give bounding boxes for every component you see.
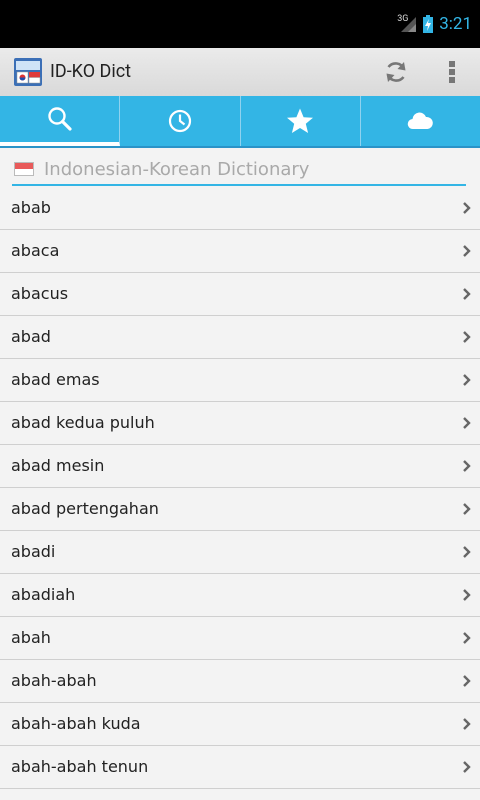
app-title: ID-KO Dict	[50, 61, 132, 82]
refresh-button[interactable]	[372, 48, 420, 96]
word-list: abab abaca abacus abad abad emas abad kedua p…	[0, 187, 480, 789]
list-item[interactable]: abad kedua puluh	[0, 402, 480, 445]
list-item-label: abah-abah	[11, 671, 97, 690]
action-bar: ID-KO Dict	[0, 48, 480, 96]
tab-history[interactable]	[120, 96, 241, 146]
list-item-label: abah	[11, 628, 51, 647]
cloud-icon	[408, 112, 434, 130]
status-icons: 3G 3:21	[397, 12, 472, 36]
list-item[interactable]: abacus	[0, 273, 480, 316]
chevron-right-icon	[463, 417, 471, 429]
list-item-label: abad emas	[11, 370, 100, 389]
list-item[interactable]: abad emas	[0, 359, 480, 402]
search-field[interactable]	[12, 154, 466, 186]
chevron-right-icon	[463, 288, 471, 300]
status-clock: 3:21	[439, 14, 472, 34]
chevron-right-icon	[463, 546, 471, 558]
list-item-label: abadi	[11, 542, 56, 561]
dictionary-flags-icon	[14, 58, 42, 86]
list-item-label: abad mesin	[11, 456, 105, 475]
tab-favorites[interactable]	[240, 96, 361, 146]
list-item-label: abah-abah kuda	[11, 714, 141, 733]
list-item[interactable]: abadiah	[0, 574, 480, 617]
list-item[interactable]: abad	[0, 316, 480, 359]
history-clock-icon	[168, 109, 191, 133]
chevron-right-icon	[463, 632, 471, 644]
list-item-label: abad kedua puluh	[11, 413, 155, 432]
list-item[interactable]: abad pertengahan	[0, 488, 480, 531]
list-item-label: abaca	[11, 241, 60, 260]
list-item[interactable]: abaca	[0, 230, 480, 273]
list-item[interactable]: abah-abah tenun	[0, 746, 480, 789]
search-input[interactable]	[44, 156, 454, 182]
tab-bar	[0, 96, 480, 148]
chevron-right-icon	[463, 460, 471, 472]
list-item[interactable]: abah	[0, 617, 480, 660]
list-item[interactable]: abah-abah	[0, 660, 480, 703]
chevron-right-icon	[463, 503, 471, 515]
refresh-icon	[386, 62, 406, 82]
signal-icon: 3G	[397, 14, 417, 33]
list-item-label: abab	[11, 198, 51, 217]
chevron-right-icon	[463, 675, 471, 687]
chevron-right-icon	[463, 589, 471, 601]
list-item-label: abacus	[11, 284, 69, 303]
chevron-right-icon	[463, 718, 471, 730]
indonesia-flag-icon	[14, 162, 34, 176]
list-item[interactable]: abad mesin	[0, 445, 480, 488]
overflow-menu-icon	[449, 61, 455, 83]
search-icon	[47, 107, 72, 131]
network-type: 3G	[397, 14, 409, 24]
chevron-right-icon	[463, 374, 471, 386]
list-item-label: abadiah	[11, 585, 76, 604]
list-item-label: abah-abah tenun	[11, 757, 149, 776]
battery-charging-icon	[423, 15, 434, 33]
list-item[interactable]: abadi	[0, 531, 480, 574]
tab-search[interactable]	[0, 96, 121, 146]
chevron-right-icon	[463, 761, 471, 773]
tab-cloud[interactable]	[360, 96, 480, 146]
list-item[interactable]: abah-abah kuda	[0, 703, 480, 746]
chevron-right-icon	[463, 202, 471, 214]
list-item-label: abad pertengahan	[11, 499, 159, 518]
chevron-right-icon	[463, 245, 471, 257]
star-icon	[287, 108, 314, 133]
overflow-menu-button[interactable]	[428, 48, 476, 96]
status-bar: 3G 3:21	[0, 0, 480, 48]
chevron-right-icon	[463, 331, 471, 343]
list-item-label: abad	[11, 327, 51, 346]
list-item[interactable]: abab	[0, 187, 480, 230]
